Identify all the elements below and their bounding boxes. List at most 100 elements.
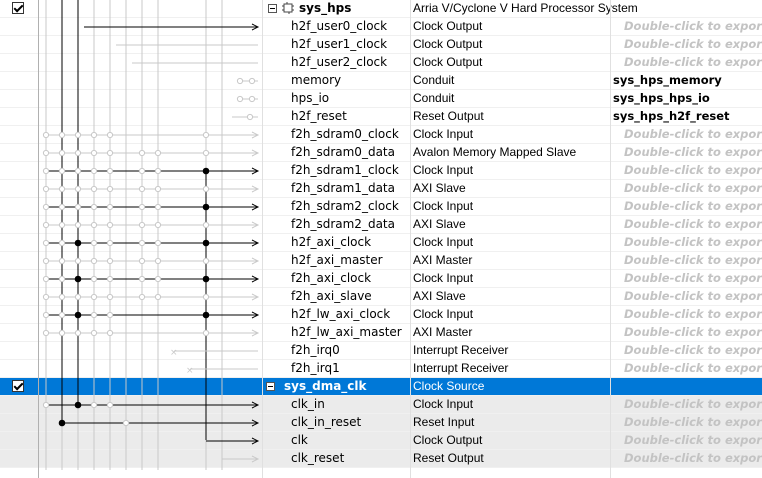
connection-dot[interactable] [202,221,210,229]
connection-dot[interactable] [58,239,66,247]
connection-dot[interactable] [106,149,114,157]
connection-dot[interactable] [58,203,66,211]
connection-dot[interactable] [106,329,114,337]
connection-dot[interactable] [106,293,114,301]
connection-dot[interactable] [154,293,162,301]
connection-dot[interactable] [106,185,114,193]
connection-dot[interactable] [74,257,82,265]
connection-dot[interactable] [138,221,146,229]
connection-dot[interactable] [42,149,50,157]
connection-dot[interactable] [202,185,210,193]
connection-dot[interactable] [202,131,210,139]
connection-dot[interactable] [58,167,66,175]
connection-dot[interactable] [154,239,162,247]
connection-dot[interactable] [90,293,98,301]
connection-dot[interactable] [42,311,50,319]
connection-dot[interactable] [154,257,162,265]
connection-dot[interactable] [42,185,50,193]
connection-dot[interactable] [90,401,98,409]
connection-dot[interactable] [74,167,82,175]
connection-dot[interactable] [154,203,162,211]
connection-dot[interactable] [42,293,50,301]
connection-dot[interactable] [90,239,98,247]
connection-dot[interactable] [58,275,66,283]
connection-dot[interactable] [74,239,82,247]
connection-dot[interactable] [42,131,50,139]
connection-dot[interactable] [42,167,50,175]
connection-dot[interactable] [74,311,82,319]
connection-dot[interactable] [90,311,98,319]
connection-dot[interactable] [248,77,256,85]
connection-dot[interactable] [236,77,244,85]
connection-dot[interactable] [74,131,82,139]
connection-dot[interactable] [154,275,162,283]
connection-dot[interactable] [58,329,66,337]
connection-dot[interactable] [58,293,66,301]
connection-dot[interactable] [138,203,146,211]
connection-dot[interactable] [248,95,256,103]
connection-dot[interactable] [154,185,162,193]
connection-dot[interactable] [202,149,210,157]
connection-dot[interactable] [42,239,50,247]
connection-dot[interactable] [74,203,82,211]
connection-dot[interactable] [90,131,98,139]
connection-dot[interactable] [138,257,146,265]
connection-dot[interactable] [106,239,114,247]
connection-dot[interactable] [74,329,82,337]
connection-dot[interactable] [58,185,66,193]
connection-dot[interactable] [202,293,210,301]
connection-dot[interactable] [138,275,146,283]
irq-marker-icon[interactable]: × [186,366,194,376]
connection-dot[interactable] [58,221,66,229]
connection-dot[interactable] [58,149,66,157]
connection-dot[interactable] [58,419,66,427]
connection-dot[interactable] [42,257,50,265]
connection-dot[interactable] [106,257,114,265]
connection-dot[interactable] [42,203,50,211]
connection-dot[interactable] [90,167,98,175]
irq-marker-icon[interactable]: × [170,348,178,358]
connection-dot[interactable] [90,221,98,229]
connection-dot[interactable] [202,275,210,283]
connection-dot[interactable] [90,329,98,337]
connection-dot[interactable] [42,221,50,229]
connection-dot[interactable] [90,275,98,283]
connection-dot[interactable] [42,401,50,409]
connection-dot[interactable] [202,311,210,319]
connection-dot[interactable] [106,311,114,319]
connection-dot[interactable] [202,329,210,337]
connection-dot[interactable] [154,149,162,157]
connection-dot[interactable] [74,293,82,301]
connection-dot[interactable] [122,419,130,427]
connection-dot[interactable] [74,185,82,193]
connection-dot[interactable] [106,167,114,175]
connection-dot[interactable] [138,167,146,175]
connection-dot[interactable] [138,239,146,247]
connection-dot[interactable] [106,401,114,409]
connection-dot[interactable] [202,167,210,175]
connection-dot[interactable] [202,257,210,265]
connection-dot[interactable] [138,185,146,193]
connection-dot[interactable] [90,149,98,157]
connection-dot[interactable] [138,293,146,301]
connection-dot[interactable] [90,203,98,211]
connection-dot[interactable] [246,113,254,121]
connection-dot[interactable] [106,203,114,211]
connection-dot[interactable] [58,311,66,319]
connection-dot[interactable] [154,167,162,175]
connection-dot[interactable] [42,329,50,337]
connection-dot[interactable] [106,221,114,229]
connection-dot[interactable] [138,149,146,157]
connection-dot[interactable] [236,95,244,103]
connection-dot[interactable] [90,185,98,193]
connection-dot[interactable] [106,131,114,139]
connection-dot[interactable] [74,275,82,283]
connection-dot[interactable] [58,257,66,265]
connection-dot[interactable] [74,221,82,229]
connection-dot[interactable] [74,401,82,409]
connection-dot[interactable] [154,221,162,229]
connection-dot[interactable] [74,149,82,157]
connection-dot[interactable] [202,239,210,247]
connection-dot[interactable] [90,257,98,265]
connection-dot[interactable] [58,131,66,139]
